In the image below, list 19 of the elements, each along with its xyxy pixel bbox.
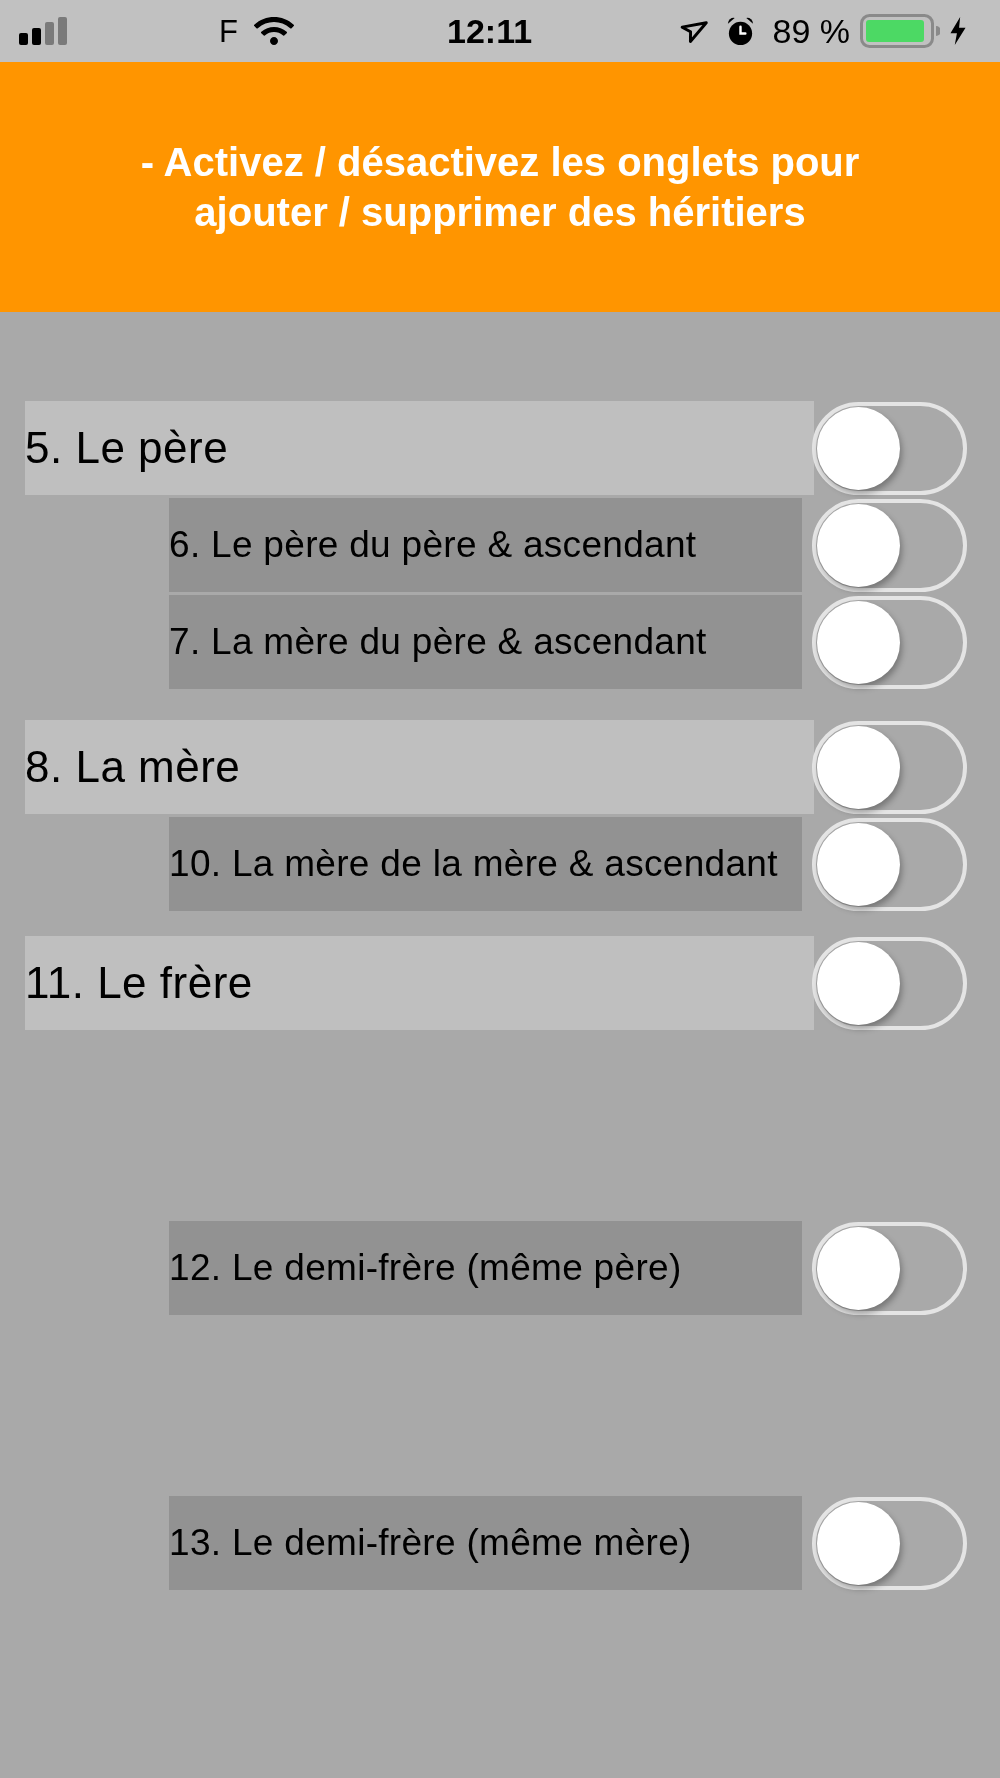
- heir-label: 11. Le frère: [25, 936, 814, 1030]
- heir-label: 12. Le demi-frère (même père): [169, 1221, 802, 1315]
- heir-label: 7. La mère du père & ascendant: [169, 595, 802, 689]
- heir-label: 6. Le père du père & ascendant: [169, 498, 802, 592]
- heir-label: 10. La mère de la mère & ascendant: [169, 817, 802, 911]
- toggle-switch[interactable]: [812, 720, 967, 814]
- heir-label: 8. La mère: [25, 720, 814, 814]
- wifi-icon: [251, 15, 296, 47]
- lightning-bolt-icon: [950, 17, 966, 45]
- signal-bars-icon: [19, 17, 69, 45]
- battery-icon: [860, 14, 940, 48]
- instruction-text: - Activez / désactivez les onglets pour ajouter / supprimer des héritiers: [139, 139, 861, 236]
- clock-time: 12:11: [447, 14, 533, 48]
- heir-label: 5. Le père: [25, 401, 814, 495]
- toggle-switch[interactable]: [812, 936, 967, 1030]
- toggle-switch[interactable]: [812, 401, 967, 495]
- carrier-name: F: [219, 15, 238, 47]
- battery-percentage: 89 %: [772, 14, 850, 48]
- heir-label: 13. Le demi-frère (même mère): [169, 1496, 802, 1590]
